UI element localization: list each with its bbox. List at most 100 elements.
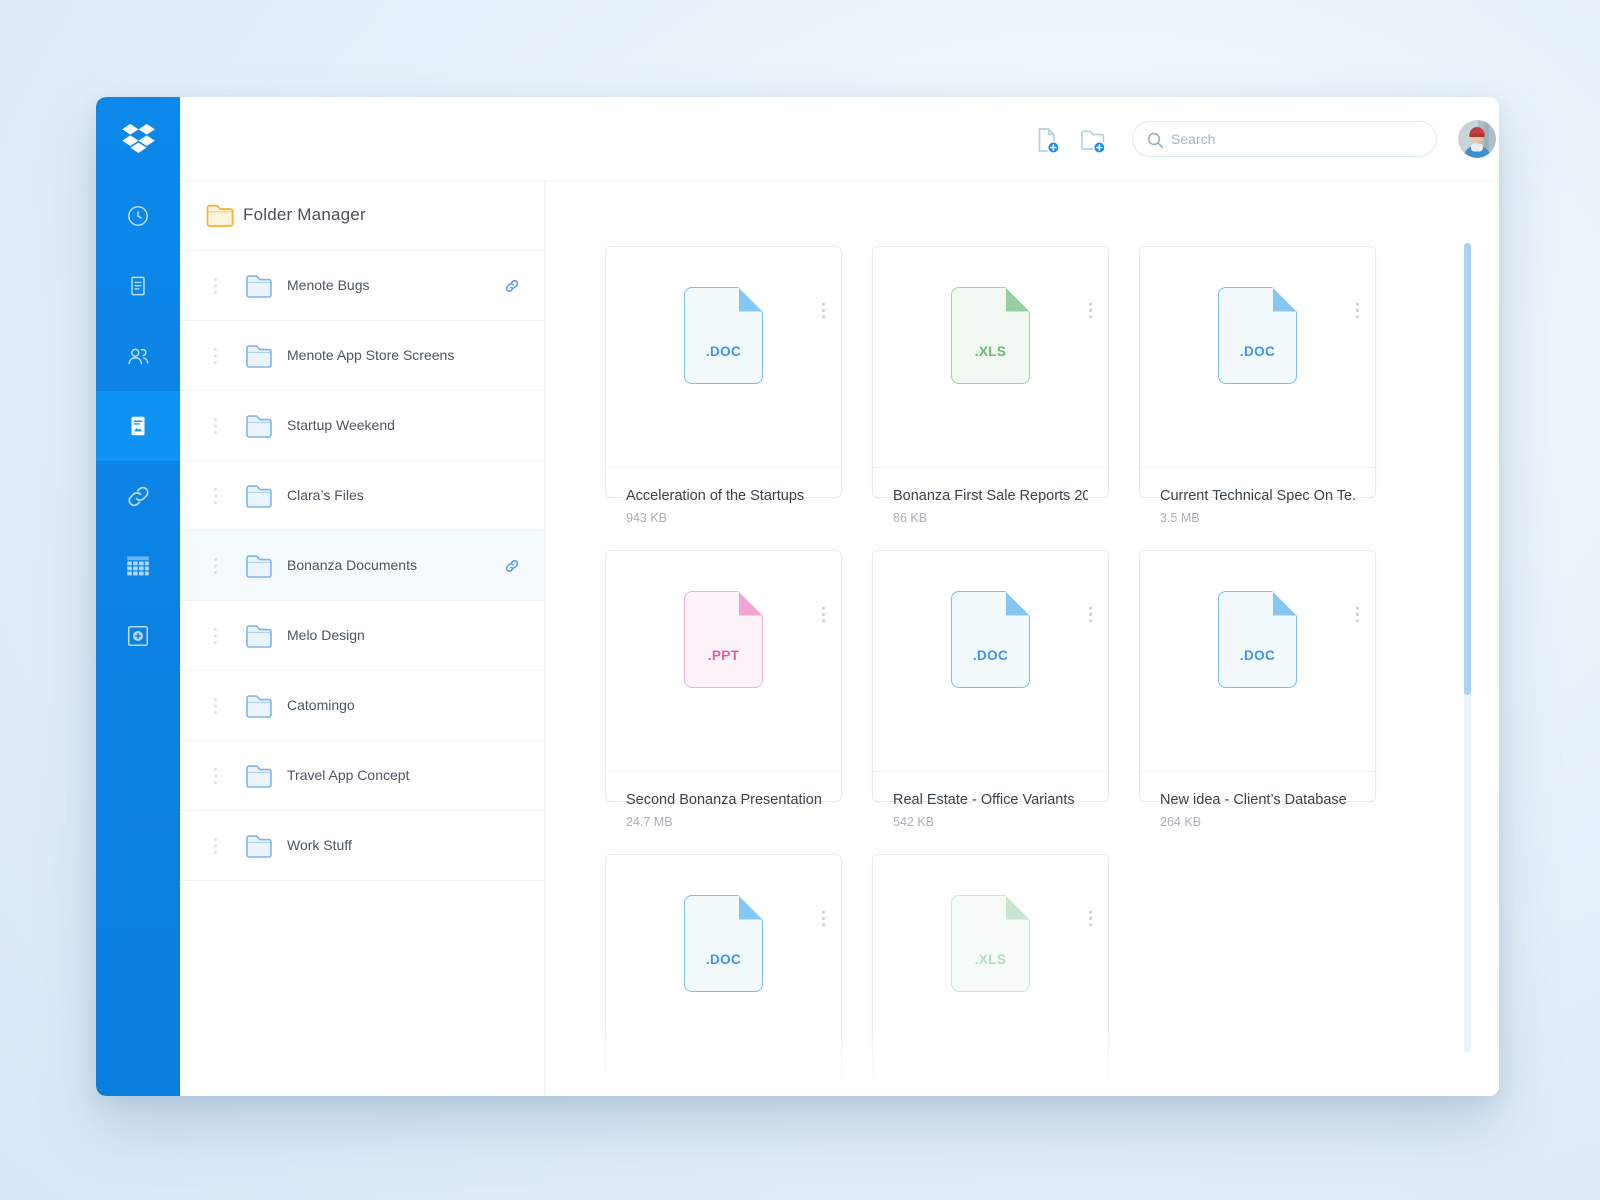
- app-sidebar: [96, 97, 180, 1096]
- dropbox-logo[interactable]: [96, 119, 180, 159]
- folder-name: Clara’s Files: [287, 487, 364, 503]
- file-card[interactable]: .XLS: [872, 854, 1109, 1096]
- grid-icon: [126, 555, 150, 577]
- new-folder-icon: [1078, 125, 1108, 155]
- kebab-menu-icon[interactable]: [821, 606, 826, 623]
- file-extension: .PPT: [685, 648, 762, 663]
- file-card[interactable]: .XLS Bonanza First Sale Reports 2017 86 …: [872, 246, 1109, 498]
- app-window: Folder Manager Menote Bugs Menote App St…: [96, 97, 1499, 1096]
- document-icon: [125, 273, 151, 299]
- file-type-glyph: .DOC: [684, 287, 763, 384]
- folder-icon: [244, 342, 274, 369]
- kebab-menu-icon[interactable]: [1088, 910, 1093, 927]
- folder-icon: [244, 622, 274, 649]
- sidebar-item-documents[interactable]: [96, 251, 180, 321]
- folder-row[interactable]: Work Stuff: [180, 811, 544, 881]
- kebab-menu-icon[interactable]: [1088, 606, 1093, 623]
- search-input[interactable]: [1171, 123, 1426, 155]
- kebab-menu-icon[interactable]: [1088, 302, 1093, 319]
- file-preview: .DOC: [606, 287, 841, 468]
- sidebar-item-links[interactable]: [96, 461, 180, 531]
- file-type-glyph: .DOC: [1218, 287, 1297, 384]
- folder-name: Catomingo: [287, 697, 355, 713]
- file-title: Acceleration of the Startups: [626, 488, 821, 504]
- folder-row[interactable]: Bonanza Documents: [180, 531, 544, 601]
- kebab-menu-icon[interactable]: [1355, 302, 1360, 319]
- drag-handle-icon[interactable]: [213, 767, 218, 785]
- folder-name: Melo Design: [287, 627, 365, 643]
- folder-row[interactable]: Catomingo: [180, 671, 544, 741]
- file-size: 542 KB: [893, 815, 1088, 829]
- folder-name: Bonanza Documents: [287, 557, 417, 573]
- drag-handle-icon[interactable]: [213, 417, 218, 435]
- shared-link-icon[interactable]: [504, 278, 520, 294]
- sidebar-item-recents[interactable]: [96, 181, 180, 251]
- file-card[interactable]: .PPT Second Bonanza Presentation 24.7 MB: [605, 550, 842, 802]
- drag-handle-icon[interactable]: [213, 627, 218, 645]
- file-type-glyph: .PPT: [684, 591, 763, 688]
- scrollbar-thumb[interactable]: [1464, 243, 1471, 695]
- file-size: 86 KB: [893, 511, 1088, 525]
- drag-handle-icon[interactable]: [213, 557, 218, 575]
- folder-icon: [244, 832, 274, 859]
- sidebar-item-calendar[interactable]: [96, 531, 180, 601]
- file-preview: .DOC: [873, 591, 1108, 772]
- clock-icon: [125, 203, 151, 229]
- file-card[interactable]: .DOC Acceleration of the Startups 943 KB: [605, 246, 842, 498]
- file-card[interactable]: .DOC Real Estate - Office Variants 542 K…: [872, 550, 1109, 802]
- kebab-menu-icon[interactable]: [821, 302, 826, 319]
- file-extension: .DOC: [685, 344, 762, 359]
- new-file-button[interactable]: [1032, 125, 1062, 155]
- folder-name: Menote App Store Screens: [287, 347, 454, 363]
- folder-row[interactable]: Travel App Concept: [180, 741, 544, 811]
- file-card[interactable]: .DOC New idea - Client’s Database 264 KB: [1139, 550, 1376, 802]
- file-card[interactable]: .DOC Current Technical Spec On Te... 3.5…: [1139, 246, 1376, 498]
- search-box: [1132, 121, 1437, 157]
- folder-name: Work Stuff: [287, 837, 352, 853]
- main-content: .DOC Acceleration of the Startups 943 KB…: [545, 181, 1499, 1096]
- folder-row[interactable]: Clara’s Files: [180, 461, 544, 531]
- sidebar-item-shared-users[interactable]: [96, 321, 180, 391]
- file-size: 24.7 MB: [626, 815, 821, 829]
- folder-row[interactable]: Menote Bugs: [180, 251, 544, 321]
- file-grid: .DOC Acceleration of the Startups 943 KB…: [605, 246, 1376, 1096]
- sidebar-item-add-app[interactable]: [96, 601, 180, 671]
- drag-handle-icon[interactable]: [213, 837, 218, 855]
- drag-handle-icon[interactable]: [213, 277, 218, 295]
- file-preview: .DOC: [606, 895, 841, 1076]
- drag-handle-icon[interactable]: [213, 697, 218, 715]
- file-type-glyph: .XLS: [951, 895, 1030, 992]
- user-avatar[interactable]: [1458, 120, 1496, 158]
- file-extension: .DOC: [685, 952, 762, 967]
- file-preview: .PPT: [606, 591, 841, 772]
- new-folder-button[interactable]: [1078, 125, 1108, 155]
- media-document-icon: [125, 413, 151, 439]
- file-preview: .XLS: [873, 287, 1108, 468]
- file-info: New idea - Client’s Database 264 KB: [1140, 792, 1375, 829]
- folder-row[interactable]: Menote App Store Screens: [180, 321, 544, 391]
- folder-row[interactable]: Startup Weekend: [180, 391, 544, 461]
- shared-link-icon[interactable]: [504, 558, 520, 574]
- folder-icon: [244, 272, 274, 299]
- folder-list: Menote Bugs Menote App Store Screens Sta…: [180, 251, 544, 881]
- drag-handle-icon[interactable]: [213, 347, 218, 365]
- file-info: Bonanza First Sale Reports 2017 86 KB: [873, 488, 1108, 525]
- kebab-menu-icon[interactable]: [821, 910, 826, 927]
- file-card[interactable]: .DOC: [605, 854, 842, 1096]
- file-extension: .XLS: [952, 344, 1029, 359]
- file-info: Second Bonanza Presentation 24.7 MB: [606, 792, 841, 829]
- kebab-menu-icon[interactable]: [1355, 606, 1360, 623]
- file-title: Real Estate - Office Variants: [893, 792, 1088, 808]
- folder-name: Menote Bugs: [287, 277, 370, 293]
- file-title: New idea - Client’s Database: [1160, 792, 1355, 808]
- file-extension: .DOC: [1219, 648, 1296, 663]
- file-title: Current Technical Spec On Te...: [1160, 488, 1355, 504]
- sidebar-item-folder-manager[interactable]: [96, 391, 180, 461]
- file-preview: .DOC: [1140, 287, 1375, 468]
- file-extension: .XLS: [952, 952, 1029, 967]
- folder-panel-header: Folder Manager: [180, 181, 544, 251]
- drag-handle-icon[interactable]: [213, 487, 218, 505]
- file-type-glyph: .DOC: [684, 895, 763, 992]
- folder-row[interactable]: Melo Design: [180, 601, 544, 671]
- link-icon: [125, 483, 152, 510]
